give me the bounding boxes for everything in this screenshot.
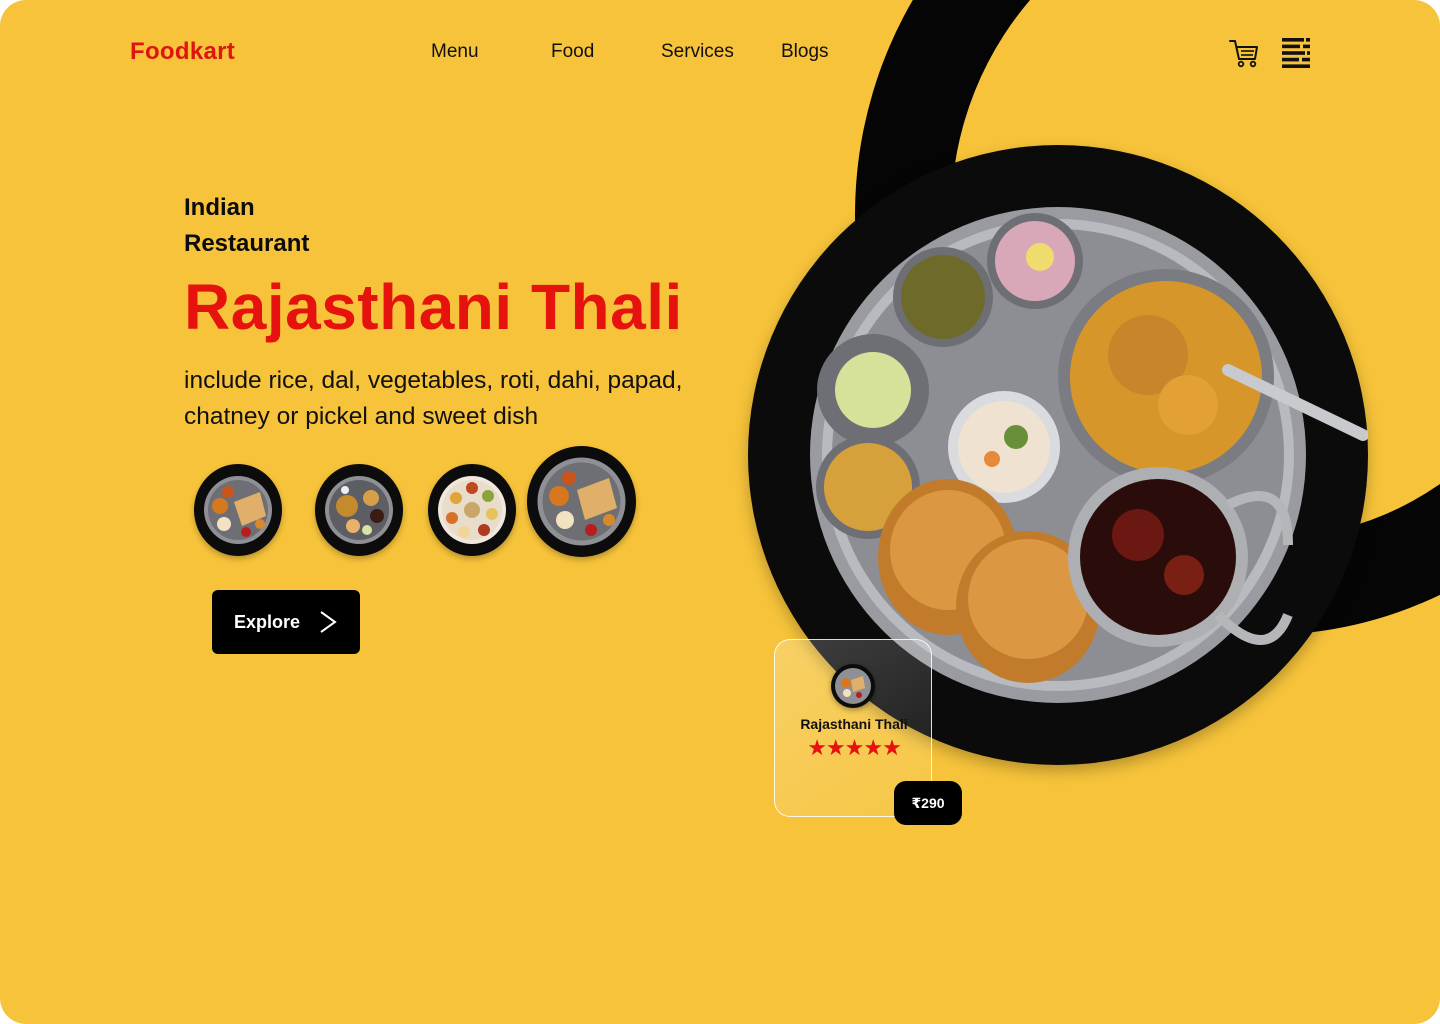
rating-stars: ★★★★★: [807, 735, 902, 760]
product-card-thumbnail: [831, 664, 875, 708]
nav-blogs[interactable]: Blogs: [781, 41, 829, 63]
price-badge[interactable]: ₹290: [894, 781, 962, 825]
hero-eyebrow: Indian Restaurant: [184, 190, 309, 262]
landing-page: Foodkart Menu Food Services Blogs Indian…: [0, 0, 1440, 1024]
thali-thumbnail-3[interactable]: [428, 464, 516, 556]
eyebrow-line-2: Restaurant: [184, 230, 310, 257]
nav-services[interactable]: Services: [661, 41, 734, 63]
brand-logo[interactable]: Foodkart: [130, 38, 235, 66]
thali-thumbnail-1[interactable]: [194, 464, 282, 556]
thali-thumbnail-2[interactable]: [315, 464, 403, 556]
cart-icon[interactable]: [1228, 36, 1260, 75]
explore-label: Explore: [234, 611, 301, 632]
chevron-right-icon: [318, 610, 338, 639]
nav-food[interactable]: Food: [551, 41, 594, 63]
explore-button[interactable]: Explore: [212, 590, 360, 654]
hero-title: Rajasthani Thali: [184, 271, 683, 343]
nav-menu[interactable]: Menu: [431, 41, 479, 63]
thali-thumbnail-4-selected[interactable]: [527, 446, 636, 557]
hero-description: include rice, dal, vegetables, roti, dah…: [184, 367, 683, 430]
hamburger-menu-icon[interactable]: [1282, 38, 1310, 73]
product-card-name: Rajasthani Thali: [800, 716, 908, 732]
eyebrow-line-1: Indian: [184, 194, 255, 221]
